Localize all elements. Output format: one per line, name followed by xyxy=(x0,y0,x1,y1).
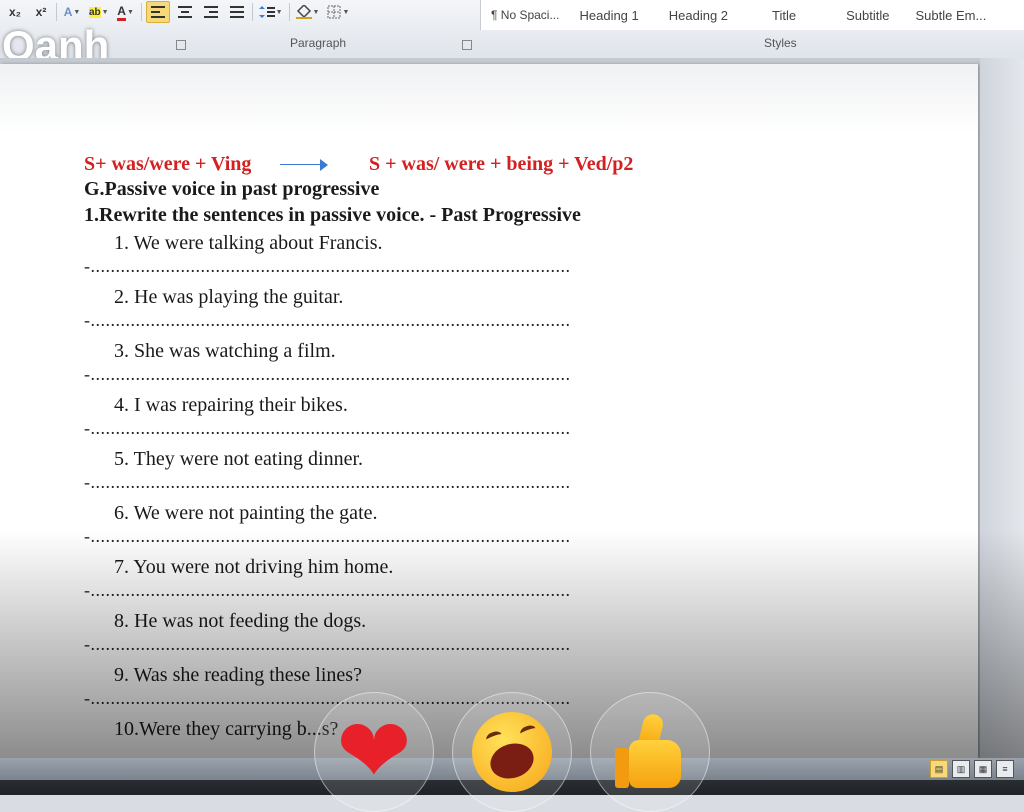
borders-icon xyxy=(327,5,341,19)
list-item: 2. He was playing the guitar. -.........… xyxy=(84,284,824,338)
heart-icon: ❤ xyxy=(336,702,412,802)
exercise-sentence: 8. He was not feeding the dogs. xyxy=(114,610,367,632)
align-right-button[interactable] xyxy=(200,2,222,22)
answer-line: -.......................................… xyxy=(84,364,571,384)
view-buttons: ▤ ▥ ▦ ≡ xyxy=(930,760,1014,778)
font-color-button[interactable]: A ▼ xyxy=(115,2,137,22)
laugh-mouth xyxy=(485,738,539,784)
exercise-sentence: 2. He was playing the guitar. xyxy=(114,286,344,308)
divider xyxy=(251,3,253,21)
laugh-eye xyxy=(518,723,538,739)
arrow-line xyxy=(280,164,324,165)
line-spacing-button[interactable]: ▼ xyxy=(257,2,285,22)
paragraph-dialog-launcher[interactable] xyxy=(462,40,472,50)
divider xyxy=(140,3,142,21)
arrow-right-icon xyxy=(320,159,328,171)
list-item: 4. I was repairing their bikes. -.......… xyxy=(84,392,824,446)
font-dialog-launcher[interactable] xyxy=(176,40,186,50)
font-color-icon: A xyxy=(117,4,126,21)
style-no-spacing[interactable]: ¶ No Spaci... xyxy=(481,8,569,22)
superscript-button[interactable]: x² xyxy=(30,2,52,22)
paint-bucket-icon xyxy=(295,5,312,19)
passive-formula: S + was/ were + being + Ved/p2 xyxy=(369,153,634,175)
page-top-fade xyxy=(0,64,978,134)
heart-reaction-button[interactable]: ❤ xyxy=(314,692,434,812)
print-layout-icon[interactable]: ▤ xyxy=(930,760,948,778)
list-item: 5. They were not eating dinner. -.......… xyxy=(84,446,824,500)
list-item: 8. He was not feeding the dogs. -.......… xyxy=(84,608,824,662)
web-layout-icon[interactable]: ▦ xyxy=(974,760,992,778)
text-effects-icon: A xyxy=(63,5,73,19)
answer-line: -.......................................… xyxy=(84,310,571,330)
answer-line: -.......................................… xyxy=(84,418,571,438)
full-screen-reading-icon[interactable]: ▥ xyxy=(952,760,970,778)
thumb-cuff xyxy=(615,748,629,788)
document-area: S+ was/were + Ving S + was/ were + being… xyxy=(0,58,1024,758)
list-item: 7. You were not driving him home. -.....… xyxy=(84,554,824,608)
line-spacing-icon xyxy=(258,6,275,18)
list-item: 9. Was she reading these lines? -.......… xyxy=(84,662,824,716)
align-center-icon xyxy=(177,6,192,18)
answer-line: -.......................................… xyxy=(84,688,571,708)
style-subtitle[interactable]: Subtitle xyxy=(806,8,899,23)
ribbon-tools: x₂ x² A ▼ ab ▼ A ▼ ▼ ▼ ▼ xyxy=(4,0,351,24)
exercise-sentence: 10.Were they carrying b...s? xyxy=(114,718,339,740)
exercise-sentence: 9. Was she reading these lines? xyxy=(114,664,362,686)
answer-line: -.......................................… xyxy=(84,256,571,276)
exercise-sentence: 6. We were not painting the gate. xyxy=(114,502,378,524)
exercise-list: 1. We were talking about Francis. -.....… xyxy=(84,230,824,770)
align-left-button[interactable] xyxy=(145,1,170,23)
subscript-button[interactable]: x₂ xyxy=(4,2,26,22)
align-center-button[interactable] xyxy=(174,2,196,22)
active-formula: S+ was/were + Ving xyxy=(84,153,252,175)
outline-view-icon[interactable]: ≡ xyxy=(996,760,1014,778)
style-title[interactable]: Title xyxy=(738,8,806,23)
exercise-sentence: 3. She was watching a film. xyxy=(114,340,336,362)
paragraph-group-label: Paragraph xyxy=(290,36,347,50)
list-item: 6. We were not painting the gate. -.....… xyxy=(84,500,824,554)
laugh-reaction-button[interactable] xyxy=(452,692,572,812)
styles-gallery: ¶ No Spaci... Heading 1 Heading 2 Title … xyxy=(480,0,1024,30)
answer-line: -.......................................… xyxy=(84,472,571,492)
ribbon: x₂ x² A ▼ ab ▼ A ▼ ▼ ▼ ▼ Paragraph ¶ No … xyxy=(0,0,1024,59)
style-heading-1[interactable]: Heading 1 xyxy=(569,8,648,23)
styles-group-label: Styles xyxy=(764,36,797,50)
exercise-sentence: 4. I was repairing their bikes. xyxy=(114,394,348,416)
borders-button[interactable]: ▼ xyxy=(325,2,351,22)
task-heading: 1.Rewrite the sentences in passive voice… xyxy=(84,204,581,226)
text-effects-button[interactable]: A ▼ xyxy=(61,2,83,22)
thumbs-up-icon xyxy=(615,712,685,790)
divider xyxy=(56,3,57,21)
justify-icon xyxy=(229,6,244,18)
document-page[interactable]: S+ was/were + Ving S + was/ were + being… xyxy=(0,64,978,758)
answer-line: -.......................................… xyxy=(84,634,571,654)
align-right-icon xyxy=(203,6,218,18)
shading-button[interactable]: ▼ xyxy=(294,2,322,22)
laugh-eye xyxy=(484,729,504,745)
exercise-sentence: 7. You were not driving him home. xyxy=(114,556,394,578)
section-heading: G.Passive voice in past progressive xyxy=(84,178,380,200)
list-item: 3. She was watching a film. -...........… xyxy=(84,338,824,392)
align-left-icon xyxy=(150,6,165,18)
divider xyxy=(288,3,290,21)
thumb-palm xyxy=(629,740,681,788)
laughing-face-icon xyxy=(472,712,552,792)
highlighter-icon: ab xyxy=(89,6,101,18)
list-item: 1. We were talking about Francis. -.....… xyxy=(84,230,824,284)
answer-line: -.......................................… xyxy=(84,526,571,546)
style-subtle-emphasis[interactable]: Subtle Em... xyxy=(900,8,997,23)
exercise-sentence: 5. They were not eating dinner. xyxy=(114,448,364,470)
like-reaction-button[interactable] xyxy=(590,692,710,812)
answer-line: -.......................................… xyxy=(84,580,571,600)
vertical-scrollbar[interactable] xyxy=(980,58,1024,758)
justify-button[interactable] xyxy=(226,2,248,22)
highlight-button[interactable]: ab ▼ xyxy=(87,2,111,22)
style-heading-2[interactable]: Heading 2 xyxy=(649,8,738,23)
exercise-sentence: 1. We were talking about Francis. xyxy=(114,232,383,254)
